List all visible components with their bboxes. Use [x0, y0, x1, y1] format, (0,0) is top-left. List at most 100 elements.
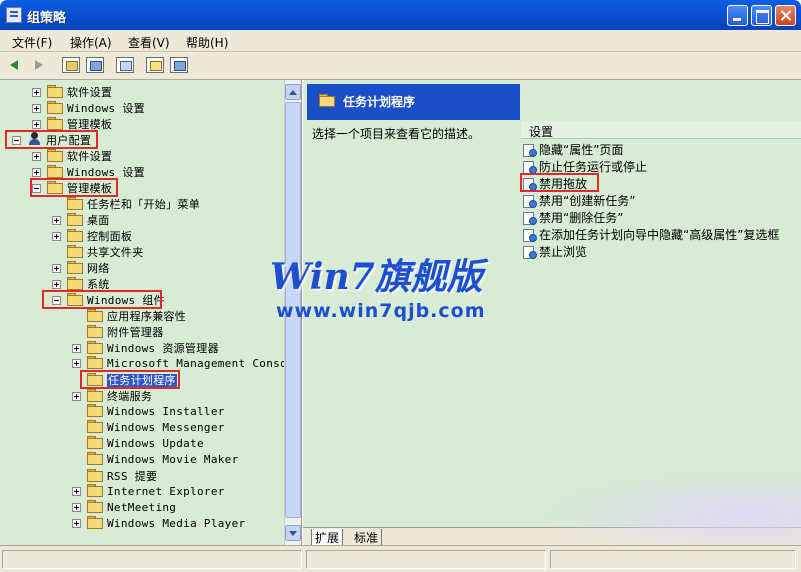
expand-icon[interactable] [52, 264, 61, 273]
tree-item[interactable]: 网络 [52, 260, 110, 276]
details-title: 任务计划程序 [343, 95, 416, 109]
tree-item[interactable]: 任务栏和「开始」菜单 [52, 196, 200, 212]
scroll-down-button[interactable] [285, 525, 301, 541]
tree-item[interactable]: Windows Installer [72, 404, 225, 420]
tree-item-label: 软件设置 [67, 86, 113, 99]
setting-item[interactable]: 在添加任务计划向导中隐藏“高级属性”复选框 [523, 226, 779, 242]
folder-icon [67, 197, 83, 210]
tree-item-label: 网络 [87, 262, 110, 275]
setting-item[interactable]: 禁用“创建新任务” [523, 192, 635, 208]
background-glow [540, 470, 801, 545]
tree-item[interactable]: 应用程序兼容性 [72, 308, 186, 324]
back-icon[interactable] [6, 57, 24, 73]
expand-icon[interactable] [72, 392, 81, 401]
tree-item-label: NetMeeting [107, 501, 177, 514]
setting-item[interactable]: 禁用“删除任务” [523, 209, 623, 225]
tree-item[interactable]: NetMeeting [72, 500, 176, 516]
folder-icon [87, 309, 103, 322]
forward-icon[interactable] [30, 57, 48, 73]
setting-item[interactable]: 防止任务运行或停止 [523, 158, 647, 174]
folder-icon [67, 261, 83, 274]
folder-icon [87, 469, 103, 482]
menu-view[interactable]: 查看(V) [128, 34, 170, 51]
expand-icon[interactable] [72, 519, 81, 528]
menu-help[interactable]: 帮助(H) [186, 34, 228, 51]
expand-icon[interactable] [32, 152, 41, 161]
policy-setting-icon [523, 245, 537, 259]
tree-item[interactable]: 桌面 [52, 212, 110, 228]
tree-item[interactable]: 附件管理器 [72, 324, 164, 340]
expand-icon[interactable] [32, 168, 41, 177]
folder-icon [67, 229, 83, 242]
setting-item[interactable]: 隐藏“属性”页面 [523, 141, 623, 157]
policy-setting-icon [523, 228, 537, 242]
tree-scrollbar[interactable] [284, 80, 301, 545]
up-folder-icon[interactable] [62, 57, 80, 73]
folder-icon [87, 484, 103, 497]
tree-item-label: 附件管理器 [107, 326, 164, 339]
properties-icon[interactable] [116, 57, 134, 73]
tree-item[interactable]: Internet Explorer [72, 484, 225, 500]
highlight-box [30, 178, 118, 197]
tree-item[interactable]: 软件设置 [32, 148, 112, 164]
tree-item[interactable]: Windows Media Player [72, 516, 245, 532]
maximize-button[interactable] [751, 5, 772, 26]
menu-file[interactable]: 文件(F) [12, 34, 52, 51]
expand-icon[interactable] [52, 232, 61, 241]
expand-icon[interactable] [72, 359, 81, 368]
expand-icon[interactable] [72, 344, 81, 353]
expand-icon[interactable] [72, 487, 81, 496]
close-button[interactable] [775, 5, 796, 26]
help-icon[interactable] [146, 57, 164, 73]
tree-item[interactable]: 终端服务 [72, 388, 152, 404]
tree-item-label: Windows 设置 [67, 102, 145, 115]
folder-icon [67, 245, 83, 258]
tree-item[interactable]: Windows Movie Maker [72, 452, 239, 468]
settings-column-header[interactable]: 设置 [521, 121, 801, 139]
tree-item-label: Windows Media Player [107, 517, 246, 530]
tree-item[interactable]: Windows Update [72, 436, 204, 452]
tab-standard[interactable]: 标准 [351, 529, 383, 546]
menu-action[interactable]: 操作(A) [70, 34, 112, 51]
tree-item[interactable]: 控制面板 [52, 228, 132, 244]
tree-item[interactable]: Windows Messenger [72, 420, 225, 436]
expand-icon[interactable] [32, 104, 41, 113]
scroll-up-button[interactable] [285, 84, 301, 100]
expand-icon[interactable] [32, 120, 41, 129]
setting-label: 隐藏“属性”页面 [539, 143, 624, 157]
tree-item[interactable]: Windows 设置 [32, 100, 145, 116]
status-segment [2, 550, 302, 569]
expand-icon[interactable] [52, 280, 61, 289]
tree-item-label: Windows Messenger [107, 421, 225, 434]
folder-icon [319, 94, 335, 107]
minimize-button[interactable] [727, 5, 748, 26]
tree-item[interactable]: RSS 提要 [72, 468, 157, 484]
tree-item-label: Windows Update [107, 437, 204, 450]
view-icon[interactable] [170, 57, 188, 73]
policy-setting-icon [523, 160, 537, 174]
tree-item[interactable]: 共享文件夹 [52, 244, 144, 260]
tree-item[interactable]: 软件设置 [32, 84, 112, 100]
tree-item-label: Windows Installer [107, 405, 225, 418]
console-tree[interactable]: 软件设置 Windows 设置 管理模板 用户配置 软件设置 Windows 设置 管理模板… [0, 80, 302, 545]
tree-item-label: 共享文件夹 [87, 246, 144, 259]
expand-icon[interactable] [52, 216, 61, 225]
setting-label: 防止任务运行或停止 [539, 160, 648, 174]
show-hide-tree-icon[interactable] [86, 57, 104, 73]
folder-icon [87, 420, 103, 433]
tree-item[interactable]: Windows 资源管理器 [72, 340, 219, 356]
policy-setting-icon [523, 143, 537, 157]
expand-icon[interactable] [72, 503, 81, 512]
policy-setting-icon [523, 211, 537, 225]
setting-item[interactable]: 禁止浏览 [523, 243, 587, 259]
tree-item-label: 应用程序兼容性 [107, 310, 187, 323]
expand-icon[interactable] [32, 88, 41, 97]
scroll-thumb[interactable] [285, 102, 301, 518]
tree-item-label: RSS 提要 [107, 470, 158, 483]
folder-icon [47, 149, 63, 162]
